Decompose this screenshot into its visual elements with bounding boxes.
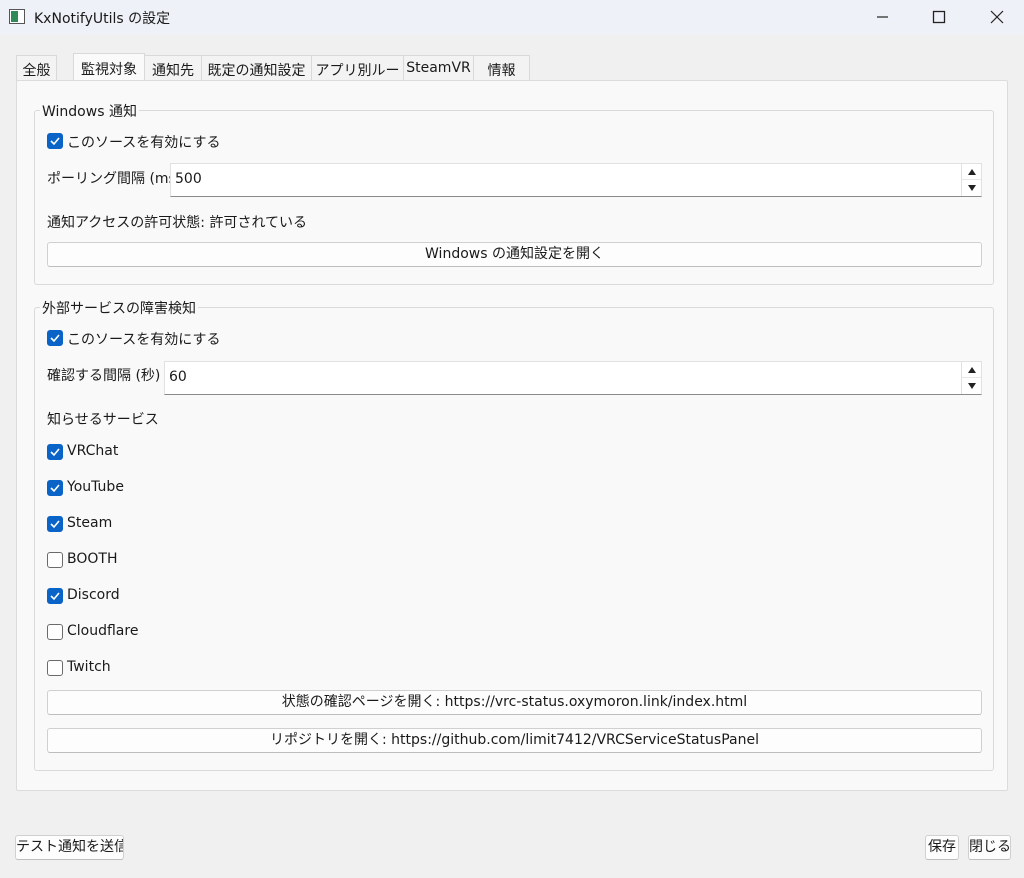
service-checkbox-youtube[interactable]: YouTube <box>47 479 207 498</box>
maximize-icon <box>932 10 946 24</box>
open-repository-button[interactable]: リポジトリを開く: https://github.com/limit7412/V… <box>47 728 982 753</box>
checkbox-box <box>47 552 63 568</box>
group-title-external: 外部サービスの障害検知 <box>40 298 198 318</box>
checkbox-box <box>47 588 63 604</box>
check-interval-spinbox[interactable]: 60 <box>164 361 982 395</box>
app-icon <box>9 9 25 24</box>
polling-interval-label: ポーリング間隔 (ms) <box>47 171 182 187</box>
polling-interval-spinbox[interactable]: 500 <box>170 163 982 197</box>
check-interval-label: 確認する間隔 (秒) <box>47 368 161 384</box>
arrow-up-icon <box>968 169 976 175</box>
checkbox-box <box>47 660 63 676</box>
spin-down-button[interactable] <box>961 378 981 394</box>
external-service-group: 外部サービスの障害検知 このソースを有効にする 確認する間隔 (秒) 60 知ら… <box>34 298 994 771</box>
tab-steamvr[interactable]: SteamVR <box>404 55 474 81</box>
window-title: KxNotifyUtils の設定 <box>34 11 171 27</box>
checkbox-label: このソースを有効にする <box>67 332 221 348</box>
checkbox-box <box>47 516 63 532</box>
service-checkbox-steam[interactable]: Steam <box>47 515 207 534</box>
check-icon <box>50 448 60 457</box>
minimize-icon <box>877 16 888 18</box>
arrow-up-icon <box>968 367 976 373</box>
checkbox-label: Discord <box>67 587 120 603</box>
close-icon <box>990 10 1004 24</box>
tab-panel: Windows 通知 このソースを有効にする ポーリング間隔 (ms) 500 … <box>16 80 1008 791</box>
send-test-notification-button[interactable]: テスト通知を送信 <box>15 835 124 860</box>
tab-info[interactable]: 情報 <box>474 55 530 81</box>
checkbox-label: Steam <box>67 515 113 531</box>
group-title-windows: Windows 通知 <box>40 101 139 121</box>
check-interval-value: 60 <box>169 369 187 385</box>
checkbox-label: Cloudflare <box>67 623 139 639</box>
checkbox-box <box>47 330 63 346</box>
services-label: 知らせるサービス <box>47 412 159 428</box>
check-icon <box>50 592 60 601</box>
checkbox-box <box>47 480 63 496</box>
spin-up-button[interactable] <box>961 362 981 378</box>
service-checkbox-discord[interactable]: Discord <box>47 587 207 606</box>
arrow-down-icon <box>968 383 976 389</box>
close-button[interactable]: 閉じる <box>968 835 1011 860</box>
windows-notification-group: Windows 通知 このソースを有効にする ポーリング間隔 (ms) 500 … <box>34 101 994 285</box>
title-bar: KxNotifyUtils の設定 <box>0 0 1024 34</box>
maximize-button[interactable] <box>916 0 962 34</box>
windows-enable-checkbox[interactable]: このソースを有効にする <box>47 133 247 151</box>
minimize-button[interactable] <box>860 0 906 34</box>
checkbox-box <box>47 444 63 460</box>
checkbox-label: YouTube <box>67 479 124 495</box>
tab-destinations[interactable]: 通知先 <box>145 55 202 81</box>
arrow-down-icon <box>968 185 976 191</box>
service-checkbox-cloudflare[interactable]: Cloudflare <box>47 623 207 642</box>
service-checkbox-booth[interactable]: BOOTH <box>47 551 207 570</box>
tab-monitoring[interactable]: 監視対象 <box>73 53 145 81</box>
tab-default-notification[interactable]: 既定の通知設定 <box>202 55 312 81</box>
service-checkbox-vrchat[interactable]: VRChat <box>47 443 207 462</box>
checkbox-label: BOOTH <box>67 551 118 567</box>
check-icon <box>50 137 60 146</box>
polling-interval-value: 500 <box>175 171 202 187</box>
open-windows-settings-button[interactable]: Windows の通知設定を開く <box>47 242 982 267</box>
open-status-page-button[interactable]: 状態の確認ページを開く: https://vrc-status.oxymoron… <box>47 690 982 715</box>
checkbox-box <box>47 624 63 640</box>
external-enable-checkbox[interactable]: このソースを有効にする <box>47 330 247 348</box>
check-icon <box>50 520 60 529</box>
check-icon <box>50 334 60 343</box>
checkbox-box <box>47 133 63 149</box>
close-window-button[interactable] <box>974 0 1020 34</box>
check-icon <box>50 484 60 493</box>
checkbox-label: Twitch <box>67 659 111 675</box>
tab-general[interactable]: 全般 <box>16 55 57 81</box>
save-button[interactable]: 保存 <box>925 835 959 860</box>
checkbox-label: VRChat <box>67 443 119 459</box>
access-status-text: 通知アクセスの許可状態: 許可されている <box>47 215 308 231</box>
checkbox-label: このソースを有効にする <box>67 135 221 151</box>
spin-down-button[interactable] <box>961 180 981 196</box>
spin-up-button[interactable] <box>961 164 981 180</box>
tab-app-rules[interactable]: アプリ別ルール <box>312 55 404 99</box>
service-checkbox-twitch[interactable]: Twitch <box>47 659 207 678</box>
